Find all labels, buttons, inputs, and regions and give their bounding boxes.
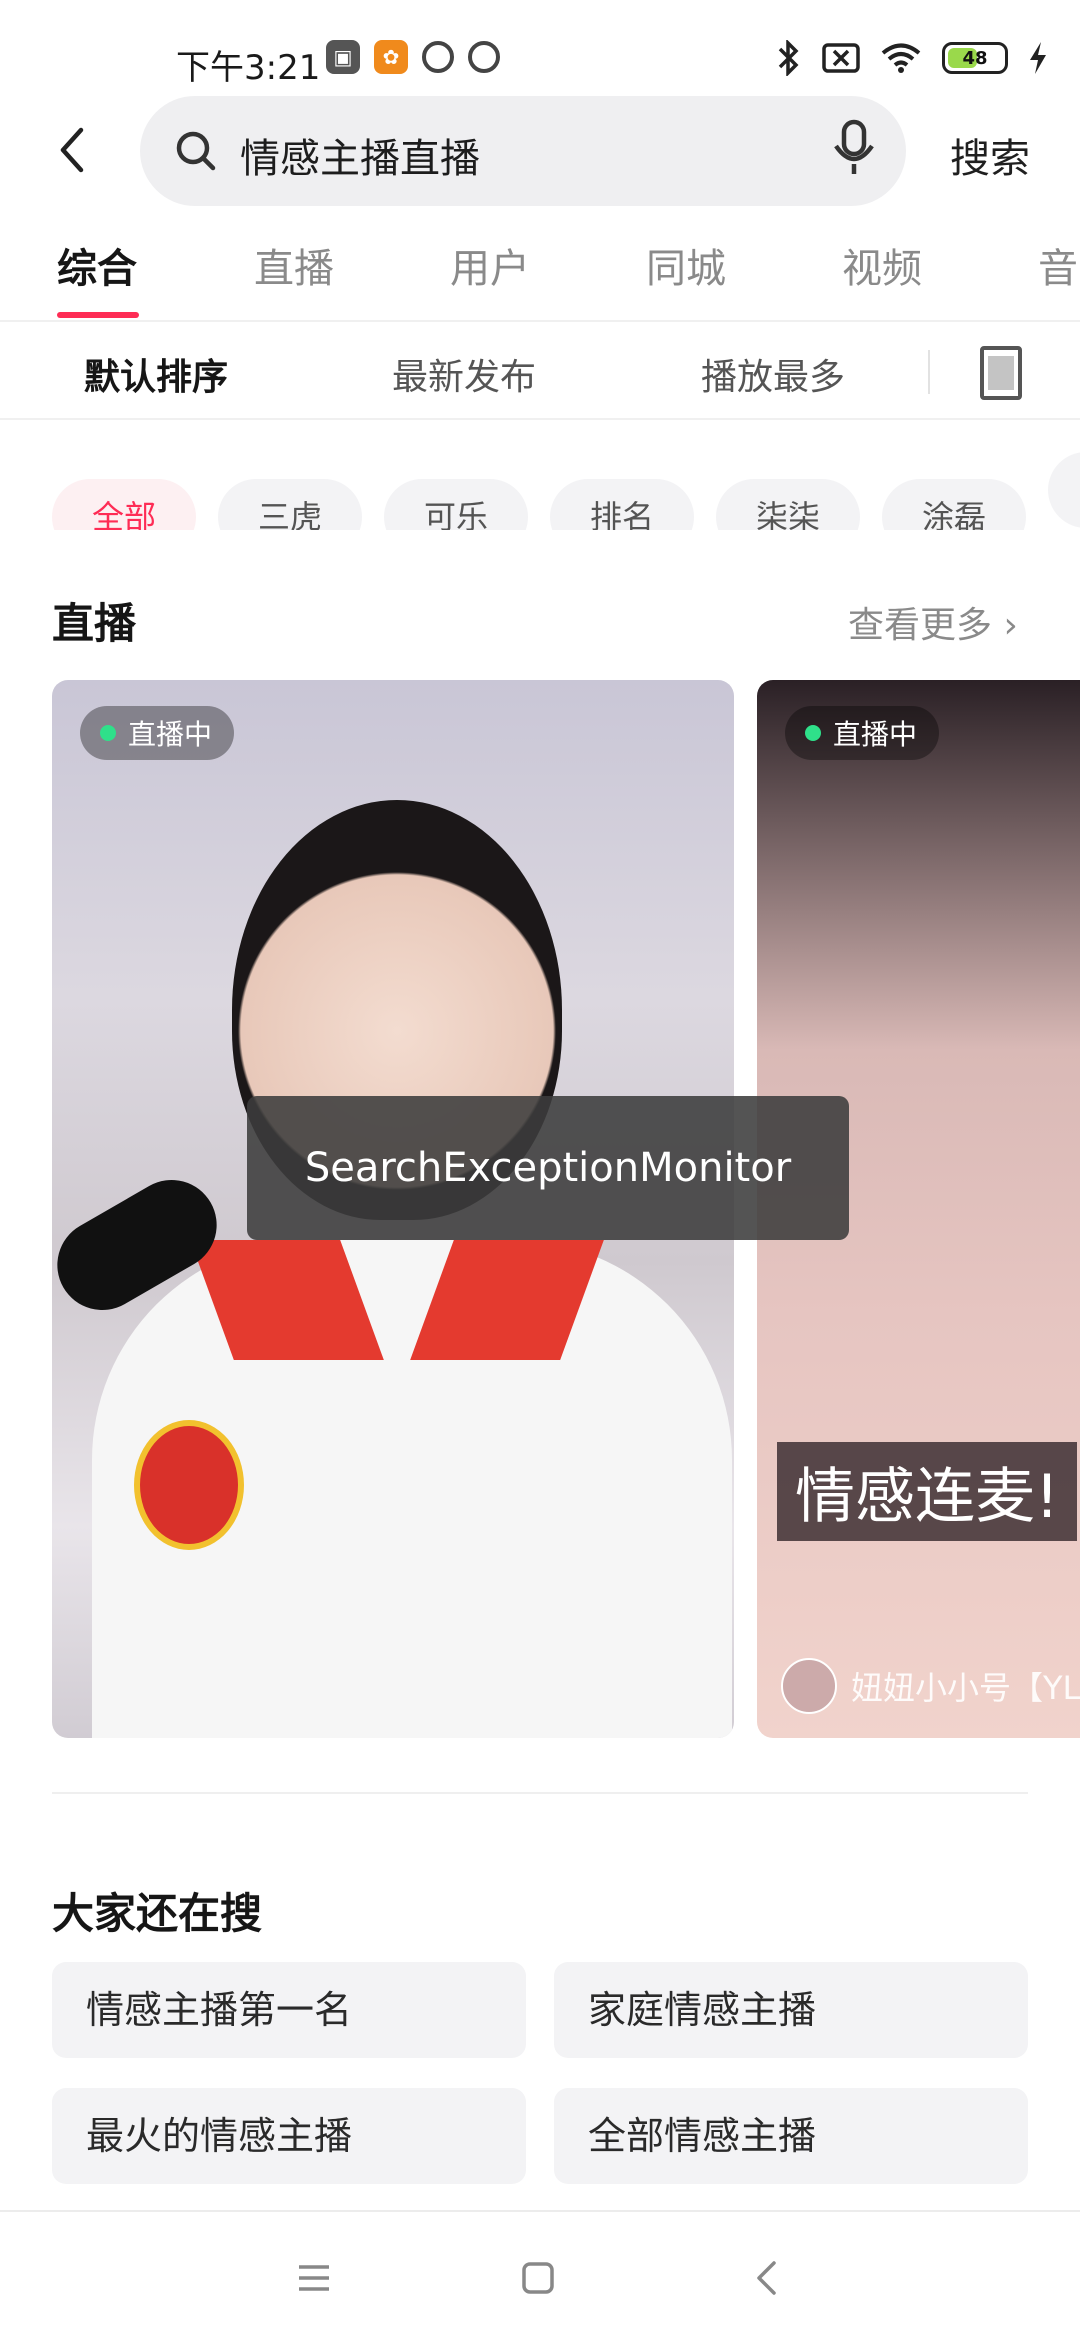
chevron-right-icon: › bbox=[992, 605, 1018, 646]
search-input[interactable]: 情感主播直播 bbox=[140, 96, 906, 206]
active-tab-indicator bbox=[57, 312, 139, 318]
live-badge: 直播中 bbox=[80, 706, 235, 760]
sort-most-played[interactable]: 播放最多 bbox=[701, 348, 845, 400]
chip-all[interactable]: 全部 bbox=[52, 479, 196, 530]
see-more-label: 查看更多 bbox=[848, 605, 993, 646]
live-card-user: 妞妞小小号【YL bbox=[781, 1658, 1080, 1714]
streamer-image-emblem bbox=[134, 1420, 244, 1550]
live-badge-label: 直播中 bbox=[128, 718, 213, 751]
system-navigation-bar bbox=[0, 2210, 1080, 2340]
search-button[interactable]: 搜索 bbox=[950, 126, 1030, 184]
tab-users[interactable]: 用户 bbox=[450, 236, 530, 294]
filter-chips: 全部 三虎 可乐 排名 柒柒 涂磊 bbox=[52, 452, 1080, 530]
chip-item[interactable]: 三虎 bbox=[218, 479, 362, 530]
related-search-item[interactable]: 最火的情感主播 bbox=[52, 2088, 526, 2184]
sort-newest[interactable]: 最新发布 bbox=[392, 348, 536, 400]
bluetooth-icon bbox=[778, 40, 799, 76]
chip-item[interactable]: 可乐 bbox=[384, 479, 528, 530]
chip-item[interactable]: 排名 bbox=[550, 479, 694, 530]
live-badge-label: 直播中 bbox=[833, 718, 918, 751]
related-search-item[interactable]: 情感主播第一名 bbox=[52, 1962, 526, 2058]
status-notification-icons: ▣ ✿ bbox=[326, 40, 500, 74]
live-dot-icon bbox=[805, 725, 821, 741]
sort-divider bbox=[928, 350, 930, 394]
search-results-page: 下午3:21 ▣ ✿ 48 情感主播直播 搜索 综合 直播 用户 同城 视频 音… bbox=[0, 0, 1080, 2340]
chip-item[interactable]: 涂磊 bbox=[882, 479, 1026, 530]
tab-music[interactable]: 音 bbox=[1038, 236, 1078, 294]
back-triangle-icon bbox=[757, 2261, 776, 2295]
live-badge: 直播中 bbox=[785, 706, 940, 760]
notification-ring-icon bbox=[422, 41, 454, 73]
see-more-link[interactable]: 查看更多 › bbox=[848, 596, 1018, 648]
microphone-icon[interactable] bbox=[832, 118, 876, 178]
related-search-item[interactable]: 全部情感主播 bbox=[554, 2088, 1028, 2184]
search-query[interactable]: 情感主播直播 bbox=[240, 126, 480, 184]
layout-toggle-icon[interactable] bbox=[980, 346, 1022, 400]
tab-local[interactable]: 同城 bbox=[646, 236, 726, 294]
status-system-icons: 48 bbox=[776, 40, 1048, 76]
live-card-caption: 情感连麦! bbox=[777, 1442, 1078, 1541]
chip-item[interactable]: 柒柒 bbox=[716, 479, 860, 530]
status-bar: 下午3:21 ▣ ✿ 48 bbox=[0, 0, 1080, 90]
toast-message: SearchExceptionMonitor bbox=[247, 1096, 849, 1240]
wifi-icon bbox=[881, 43, 921, 73]
chevron-left-icon bbox=[60, 127, 84, 173]
sim-off-icon bbox=[822, 43, 860, 73]
sort-bar: 默认排序 最新发布 播放最多 bbox=[0, 324, 1080, 420]
related-searches-title: 大家还在搜 bbox=[52, 1889, 263, 1938]
result-type-tabs: 综合 直播 用户 同城 视频 音 bbox=[0, 232, 1080, 322]
tab-live[interactable]: 直播 bbox=[254, 236, 334, 294]
home-button[interactable] bbox=[508, 2248, 568, 2308]
uc-browser-icon: ✿ bbox=[374, 40, 408, 74]
tab-videos[interactable]: 视频 bbox=[842, 236, 922, 294]
sort-default[interactable]: 默认排序 bbox=[84, 348, 228, 400]
menu-button[interactable] bbox=[284, 2248, 344, 2308]
back-button[interactable] bbox=[40, 118, 104, 182]
section-divider bbox=[52, 1792, 1028, 1794]
battery-level: 48 bbox=[962, 47, 988, 69]
menu-icon bbox=[299, 2265, 329, 2291]
battery-icon: 48 bbox=[942, 42, 1008, 74]
home-square-icon bbox=[522, 2262, 554, 2294]
mi-icon: ▣ bbox=[326, 40, 360, 74]
tab-comprehensive[interactable]: 综合 bbox=[57, 236, 137, 294]
search-icon bbox=[176, 131, 216, 171]
related-search-item[interactable]: 家庭情感主播 bbox=[554, 1962, 1028, 2058]
live-card-username: 妞妞小小号【YL bbox=[851, 1669, 1080, 1707]
charging-icon bbox=[1030, 42, 1046, 74]
avatar bbox=[781, 1658, 837, 1714]
live-dot-icon bbox=[100, 725, 116, 741]
status-time: 下午3:21 bbox=[176, 48, 321, 88]
search-header: 情感主播直播 搜索 bbox=[0, 92, 1080, 210]
chip-item-partial[interactable] bbox=[1048, 452, 1080, 528]
live-section-title: 直播 bbox=[52, 599, 137, 648]
back-nav-button[interactable] bbox=[736, 2248, 796, 2308]
notification-ring-icon bbox=[468, 41, 500, 73]
